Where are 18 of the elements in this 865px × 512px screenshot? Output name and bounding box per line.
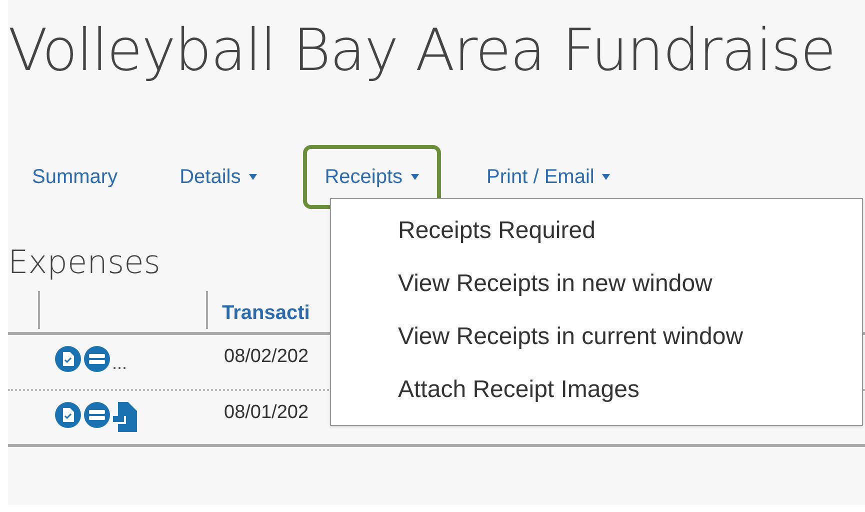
menu-item[interactable]: View Receipts in new window [331,264,862,317]
equals-circle-icon[interactable] [83,345,111,373]
date-cell-text: 08/01/202 [223,401,309,425]
document-icon[interactable] [112,401,138,433]
nav-tab[interactable]: Details [158,145,279,209]
column-header[interactable]: Transacti [208,288,310,332]
document-check-icon[interactable] [54,345,82,373]
nav-tab[interactable]: Summary [10,145,140,209]
document-check-icon[interactable] [54,401,82,429]
equals-circle-icon[interactable] [83,401,111,429]
menu-item[interactable]: View Receipts in current window [331,317,862,370]
more-link[interactable]: ... [112,350,128,377]
menu-item[interactable]: Receipts Required [331,211,862,264]
menu-item[interactable]: Attach Receipt Images [331,370,862,423]
nav-tab[interactable]: Print / Email [464,145,632,209]
date-cell-text: 08/02/202 [223,345,309,369]
section-title: Expenses [8,242,160,283]
page-title: Volleyball Bay Area Fundraise [8,16,836,86]
